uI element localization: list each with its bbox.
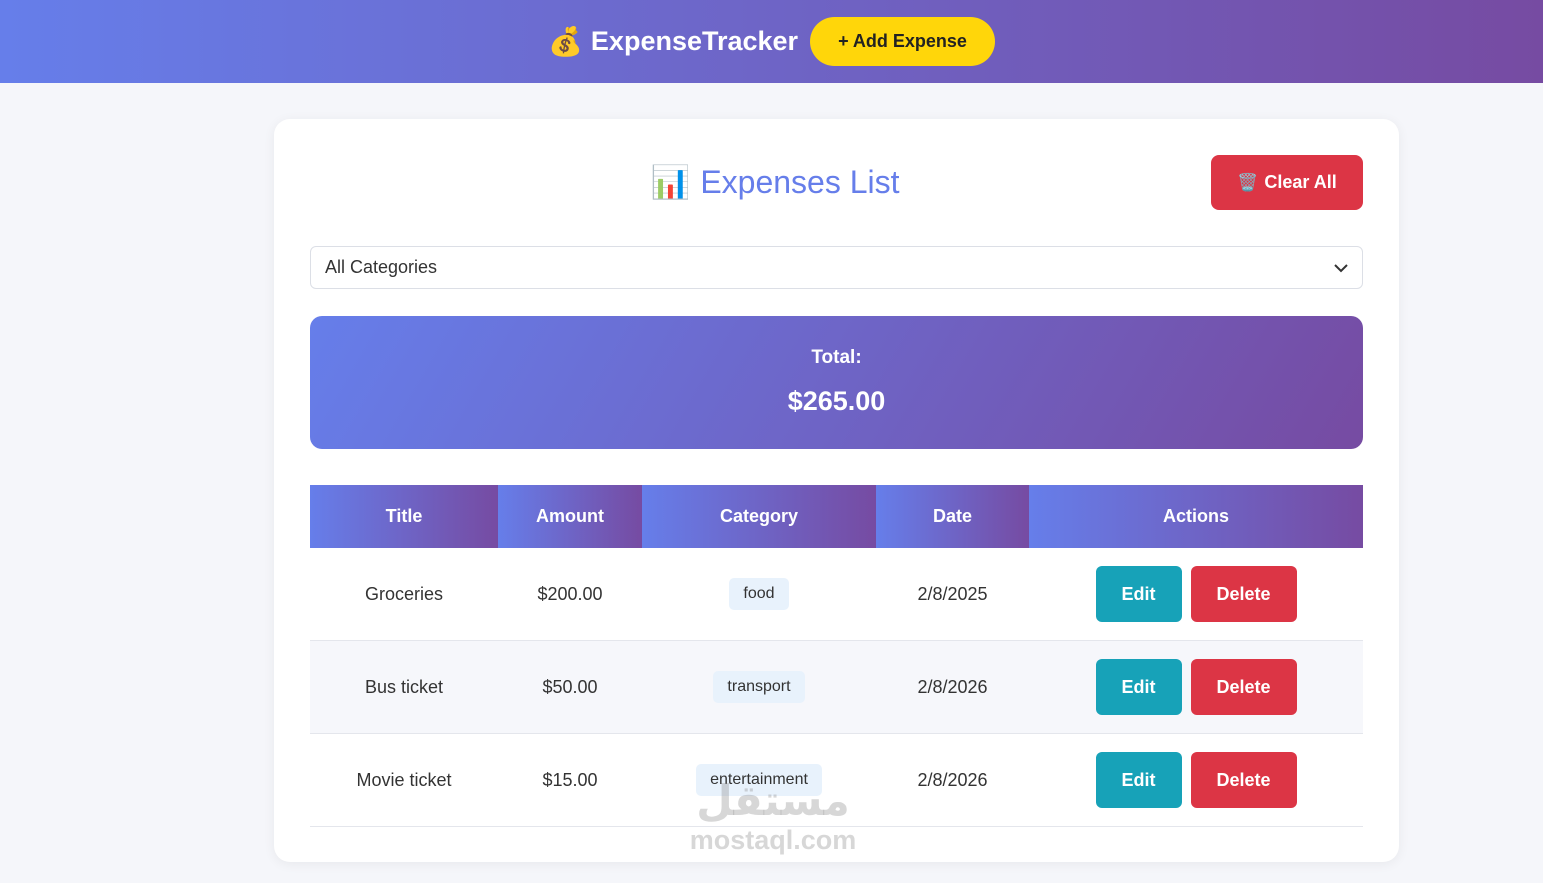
cell-amount: $50.00 xyxy=(542,676,598,697)
money-bag-icon: 💰 xyxy=(548,26,583,57)
cell-actions: Edit Delete xyxy=(1029,548,1363,640)
expenses-table: Title Amount Category Date Actions Groce… xyxy=(310,485,1363,827)
clear-all-label: Clear All xyxy=(1264,172,1337,192)
expenses-card: 📊 Expenses List 🗑️ Clear All All Categori… xyxy=(274,119,1399,862)
category-filter-select[interactable]: All Categories xyxy=(310,246,1363,289)
chevron-down-icon xyxy=(1334,257,1348,278)
cell-amount: $15.00 xyxy=(542,769,598,790)
table-header: Title Amount Category Date Actions xyxy=(310,485,1363,548)
header-title: Title xyxy=(310,485,498,548)
table-row: Groceries $200.00 food 2/8/2025 Edit Del… xyxy=(310,548,1363,641)
cell-title: Groceries xyxy=(364,583,444,604)
card-header: 📊 Expenses List 🗑️ Clear All xyxy=(310,155,1363,210)
table-row: Bus ticket $50.00 transport 2/8/2026 Edi… xyxy=(310,641,1363,734)
cell-amount: $200.00 xyxy=(537,583,603,604)
delete-button[interactable]: Delete xyxy=(1190,566,1297,622)
header-amount: Amount xyxy=(498,485,642,548)
brand[interactable]: 💰 ExpenseTracker xyxy=(548,25,798,58)
header-category: Category xyxy=(642,485,876,548)
edit-button[interactable]: Edit xyxy=(1095,659,1182,715)
cell-title: Movie ticket xyxy=(356,769,452,790)
cell-actions: Edit Delete xyxy=(1029,641,1363,733)
watermark-latin: mostaql.com xyxy=(689,825,857,855)
watermark: مستقل mostaql.com xyxy=(678,777,868,855)
cell-category: transport xyxy=(642,641,876,733)
brand-name: ExpenseTracker xyxy=(590,26,799,56)
category-badge: food xyxy=(729,578,789,610)
cell-category: food xyxy=(642,548,876,640)
watermark-arabic: مستقل xyxy=(696,777,850,824)
edit-button[interactable]: Edit xyxy=(1095,566,1182,622)
total-value: $265.00 xyxy=(787,386,886,416)
category-filter-value: All Categories xyxy=(325,257,438,277)
bar-chart-icon: 📊 xyxy=(650,164,691,200)
total-summary: Total: $265.00 xyxy=(310,316,1363,449)
page-title: 📊 Expenses List xyxy=(310,163,1240,201)
cell-date: 2/8/2026 xyxy=(917,676,988,697)
delete-button[interactable]: Delete xyxy=(1190,752,1297,808)
cell-title: Bus ticket xyxy=(364,676,444,697)
category-badge: transport xyxy=(713,671,805,703)
cell-date: 2/8/2025 xyxy=(917,583,988,604)
clear-all-button[interactable]: 🗑️ Clear All xyxy=(1211,155,1363,210)
total-label: Total: xyxy=(811,347,862,368)
cell-actions: Edit Delete xyxy=(1029,734,1363,826)
navbar: 💰 ExpenseTracker + Add Expense xyxy=(0,0,1543,83)
add-expense-button[interactable]: + Add Expense xyxy=(810,17,995,66)
header-actions: Actions xyxy=(1029,485,1363,548)
page-title-text: Expenses List xyxy=(700,164,900,200)
edit-button[interactable]: Edit xyxy=(1095,752,1182,808)
trash-icon: 🗑️ xyxy=(1237,172,1259,192)
cell-date: 2/8/2026 xyxy=(917,769,988,790)
delete-button[interactable]: Delete xyxy=(1190,659,1297,715)
header-date: Date xyxy=(876,485,1029,548)
